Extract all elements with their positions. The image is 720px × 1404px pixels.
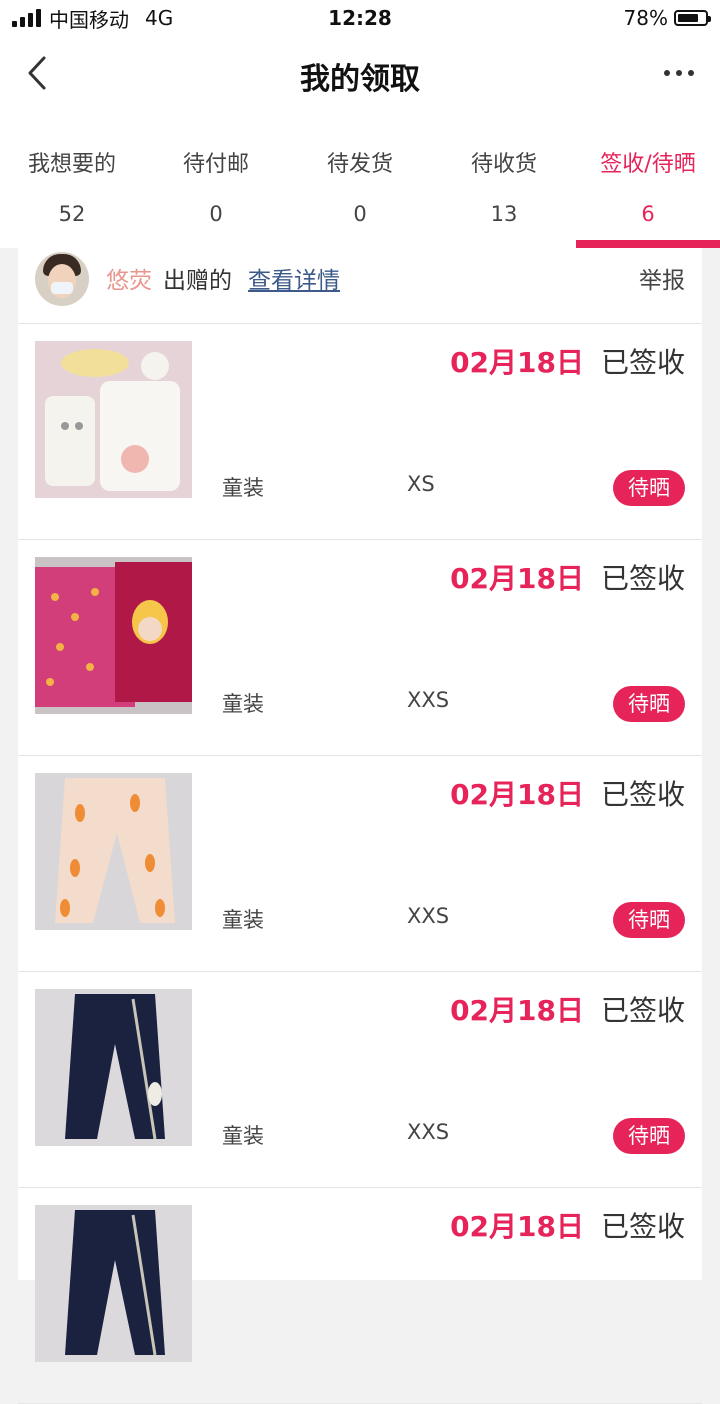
tab-label: 待收货 xyxy=(470,152,537,177)
avatar-mask xyxy=(51,282,73,294)
list-item[interactable]: 02月18日 已签收 童装 XXS 待晒 xyxy=(18,540,702,756)
tab-pending-postage[interactable]: 待付邮 0 xyxy=(144,110,288,248)
nav-bar: 我的领取 xyxy=(0,36,720,110)
tab-count: 6 xyxy=(641,202,655,226)
carrier-name: 中国移动 xyxy=(49,7,129,32)
battery-status: 78% xyxy=(623,6,711,30)
item-photo xyxy=(35,773,192,930)
show-off-button[interactable]: 待晒 xyxy=(613,686,685,722)
tab-label: 待付邮 xyxy=(182,152,249,177)
item-category: 童装 xyxy=(222,1124,264,1148)
battery-icon xyxy=(674,10,711,26)
show-off-button[interactable]: 待晒 xyxy=(613,1118,685,1154)
item-status: 已签收 xyxy=(600,994,685,1027)
signal-icon xyxy=(12,9,41,27)
tab-received-to-show[interactable]: 签收/待晒 6 xyxy=(576,110,720,248)
giver-name[interactable]: 悠荧 xyxy=(106,261,152,295)
tab-count: 52 xyxy=(58,202,86,226)
more-dot xyxy=(676,70,682,76)
avatar[interactable] xyxy=(35,252,89,306)
tab-label: 签收/待晒 xyxy=(600,152,696,177)
tab-underline xyxy=(576,240,720,248)
network-type: 4G xyxy=(145,6,174,30)
page-title: 我的领取 xyxy=(300,62,420,97)
show-off-button[interactable]: 待晒 xyxy=(613,902,685,938)
item-status: 已签收 xyxy=(600,778,685,811)
tab-label: 我想要的 xyxy=(27,152,116,177)
tab-count: 0 xyxy=(209,202,223,226)
item-status: 已签收 xyxy=(600,346,685,379)
item-size: XXS xyxy=(407,1120,450,1144)
item-photo xyxy=(35,1205,192,1362)
item-category: 童装 xyxy=(222,692,264,716)
status-bar: 中国移动 4G 12:28 78% xyxy=(0,0,720,36)
item-date: 02月18日 xyxy=(450,346,584,379)
item-status: 已签收 xyxy=(600,562,685,595)
report-button[interactable]: 举报 xyxy=(639,261,685,295)
tab-pending-shipment[interactable]: 待发货 0 xyxy=(288,110,432,248)
status-tabs: 我想要的 52 待付邮 0 待发货 0 待收货 13 签收/待晒 6 xyxy=(0,110,720,248)
more-button[interactable] xyxy=(664,70,694,76)
item-size: XXS xyxy=(407,904,450,928)
item-date: 02月18日 xyxy=(450,778,584,811)
item-date: 02月18日 xyxy=(450,1210,584,1243)
battery-percent: 78% xyxy=(623,6,668,30)
item-photo xyxy=(35,557,192,714)
item-date: 02月18日 xyxy=(450,562,584,595)
tab-count: 0 xyxy=(353,202,367,226)
list-item[interactable]: 02月18日 已签收 童装 XXS 待晒 xyxy=(18,756,702,972)
item-date: 02月18日 xyxy=(450,994,584,1027)
list-item[interactable]: 02月18日 已签收 xyxy=(18,1188,702,1404)
battery-fill xyxy=(678,14,699,22)
list-item[interactable]: 02月18日 已签收 童装 XXS 待晒 xyxy=(18,972,702,1188)
show-off-button[interactable]: 待晒 xyxy=(613,470,685,506)
more-dot xyxy=(688,70,694,76)
tab-label: 待发货 xyxy=(326,152,393,177)
item-status: 已签收 xyxy=(600,1210,685,1243)
item-size: XXS xyxy=(407,688,450,712)
item-size: XS xyxy=(407,472,435,496)
giver-suffix: 出赠的 xyxy=(163,268,232,294)
view-details-link[interactable]: 查看详情 xyxy=(248,261,340,295)
item-photo xyxy=(35,989,192,1146)
list-item[interactable]: 02月18日 已签收 童装 XS 待晒 xyxy=(18,324,702,540)
item-category: 童装 xyxy=(222,908,264,932)
giver-row: 悠荧 出赠的 查看详情 举报 xyxy=(18,248,702,324)
giver-card: 悠荧 出赠的 查看详情 举报 02月18日 已签收 童装 XS 待晒 02月18… xyxy=(18,248,702,1404)
more-dots-icon xyxy=(664,70,670,76)
tab-pending-receipt[interactable]: 待收货 13 xyxy=(432,110,576,248)
tab-wanted[interactable]: 我想要的 52 xyxy=(0,110,144,248)
tab-count: 13 xyxy=(490,202,518,226)
item-category: 童装 xyxy=(222,476,264,500)
item-photo xyxy=(35,341,192,498)
